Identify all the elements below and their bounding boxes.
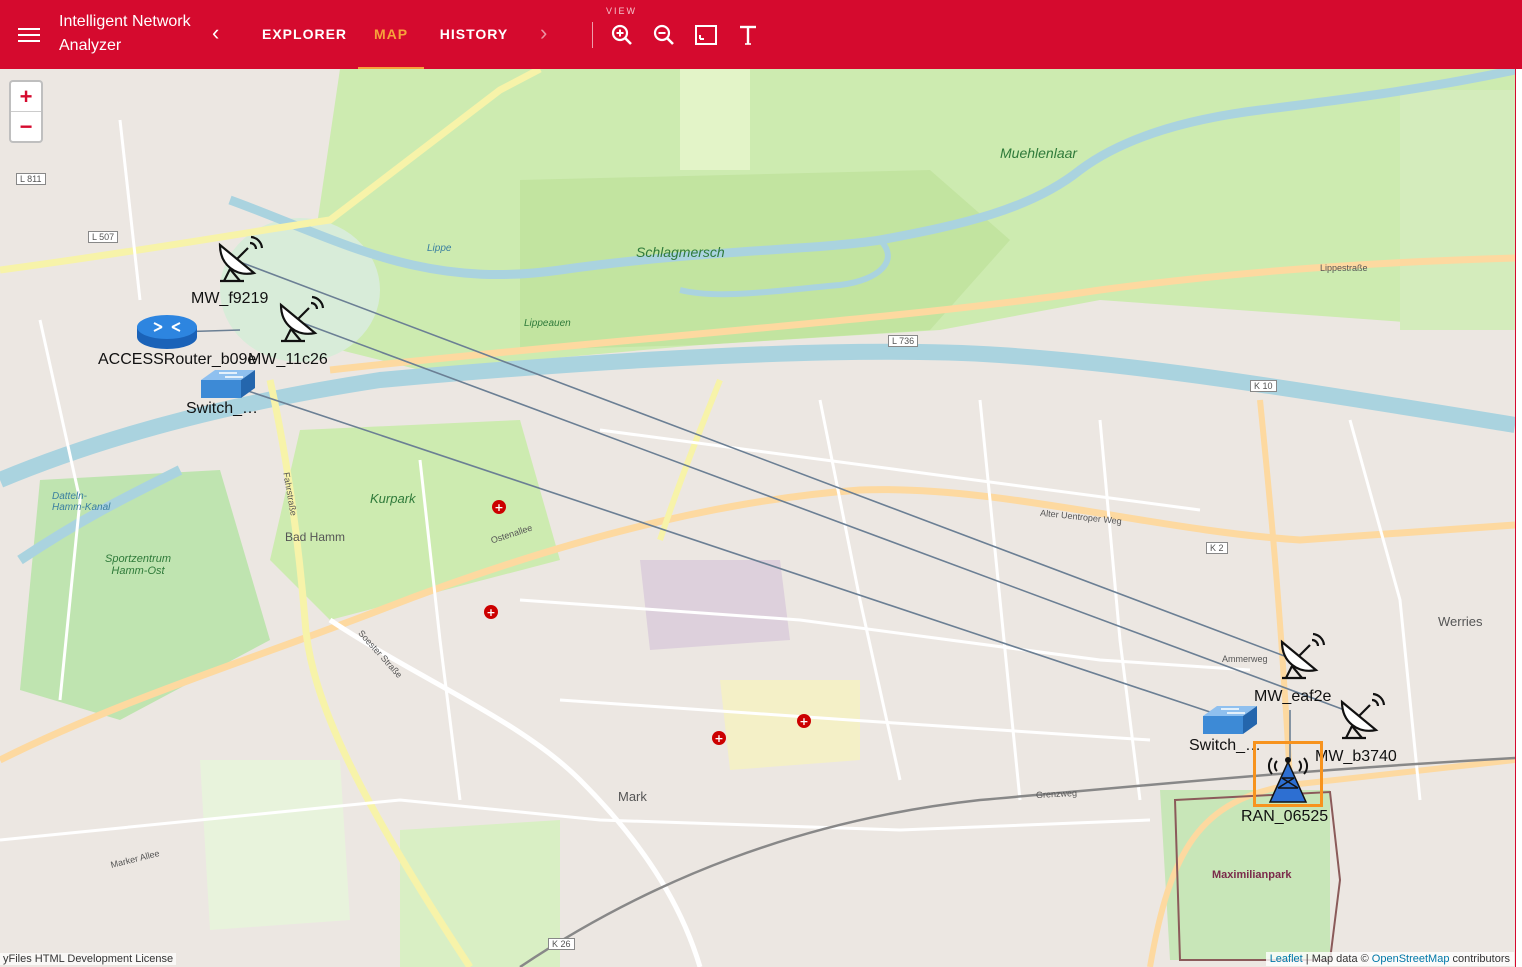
place-label-kurpark: Kurpark — [370, 491, 416, 506]
map-data-text: | Map data © — [1305, 953, 1369, 965]
router-icon[interactable] — [136, 313, 198, 356]
road-shield-k2: K 2 — [1206, 542, 1228, 554]
node-label-ran-06525: RAN_06525 — [1241, 808, 1329, 825]
ran-tower-icon[interactable] — [1253, 741, 1323, 807]
place-label-bad-hamm: Bad Hamm — [285, 530, 346, 544]
microwave-dish-icon[interactable] — [1336, 688, 1388, 745]
text-icon[interactable] — [735, 22, 761, 48]
place-label-canal: Datteln-Hamm-Kanal — [52, 491, 111, 513]
node-label-mw-f9219: MW_f9219 — [191, 290, 269, 307]
svg-text:+: + — [494, 501, 503, 514]
microwave-dish-icon[interactable] — [275, 291, 327, 348]
place-label-mark: Mark — [618, 789, 647, 804]
zoom-out-icon[interactable] — [651, 22, 677, 48]
map-zoom-out-button[interactable]: − — [11, 111, 41, 141]
street-label-ammerweg: Ammerweg — [1222, 654, 1268, 664]
node-label-mw-eaf2e: MW_eaf2e — [1254, 688, 1332, 705]
license-notice: yFiles HTML Development License — [0, 953, 177, 965]
microwave-dish-icon[interactable] — [214, 231, 266, 288]
menu-icon[interactable] — [18, 24, 40, 44]
svg-text:+: + — [799, 715, 808, 728]
node-label-mw-11c26: MW_11c26 — [248, 351, 328, 368]
place-label-lippeauen: Lippeauen — [524, 318, 571, 329]
place-label-sportzentrum: Sportzentrum Hamm-Ost — [104, 553, 172, 577]
switch-icon[interactable] — [1201, 704, 1259, 741]
app-title: Intelligent Network Analyzer — [59, 13, 191, 54]
zoom-in-icon[interactable] — [609, 22, 635, 48]
scrollbar[interactable] — [1515, 69, 1522, 967]
chevron-right-icon[interactable]: › — [540, 20, 547, 46]
node-label-switch-1: Switch_… — [186, 400, 259, 417]
osm-link[interactable]: OpenStreetMap — [1372, 953, 1450, 965]
road-shield-l507: L 507 — [88, 231, 119, 243]
street-label-lippestrasse: Lippestraße — [1320, 263, 1368, 273]
road-shield-k26: K 26 — [548, 938, 575, 950]
fit-content-icon[interactable] — [693, 22, 719, 48]
view-group-label: VIEW — [606, 6, 638, 16]
road-shield-l811: L 811 — [16, 173, 46, 185]
node-label-mw-b3740: MW_b3740 — [1315, 748, 1397, 765]
map-zoom-control: + − — [9, 80, 43, 143]
map-zoom-in-button[interactable]: + — [11, 82, 41, 111]
microwave-dish-icon[interactable] — [1276, 628, 1328, 685]
chevron-left-icon[interactable]: ‹ — [212, 20, 219, 46]
road-shield-k10: K 10 — [1250, 380, 1277, 392]
node-label-access-router: ACCESSRouter_b09e — [98, 351, 257, 368]
toolbar-divider — [592, 22, 593, 48]
tab-history[interactable]: HISTORY — [438, 0, 510, 69]
app-bar: Intelligent Network Analyzer ‹ EXPLORER … — [0, 0, 1522, 69]
map-canvas[interactable]: + + + + Muehlenlaar Schlagmersch Kurpark Ba… — [0, 69, 1515, 967]
map-attribution: Leaflet | Map data © OpenStreetMap contr… — [1265, 952, 1514, 966]
tab-explorer[interactable]: EXPLORER — [262, 0, 346, 69]
svg-text:+: + — [714, 732, 723, 745]
node-label-switch-2: Switch_… — [1189, 737, 1262, 754]
place-label-maximilianpark: Maximilianpark — [1212, 869, 1292, 881]
place-label-muehlenlaar: Muehlenlaar — [1000, 145, 1078, 161]
place-label-werries: Werries — [1438, 614, 1483, 629]
leaflet-link[interactable]: Leaflet — [1270, 953, 1303, 965]
place-label-lippe: Lippe — [427, 243, 452, 254]
place-label-schlagmersch: Schlagmersch — [636, 244, 725, 260]
contributors-text: contributors — [1452, 953, 1510, 965]
road-shield-l736: L 736 — [888, 335, 919, 347]
tab-map[interactable]: MAP — [358, 0, 424, 69]
street-label-grenzweg: Grenzweg — [1035, 787, 1078, 801]
map-background: + + + + — [0, 69, 1515, 967]
svg-text:+: + — [486, 606, 495, 619]
